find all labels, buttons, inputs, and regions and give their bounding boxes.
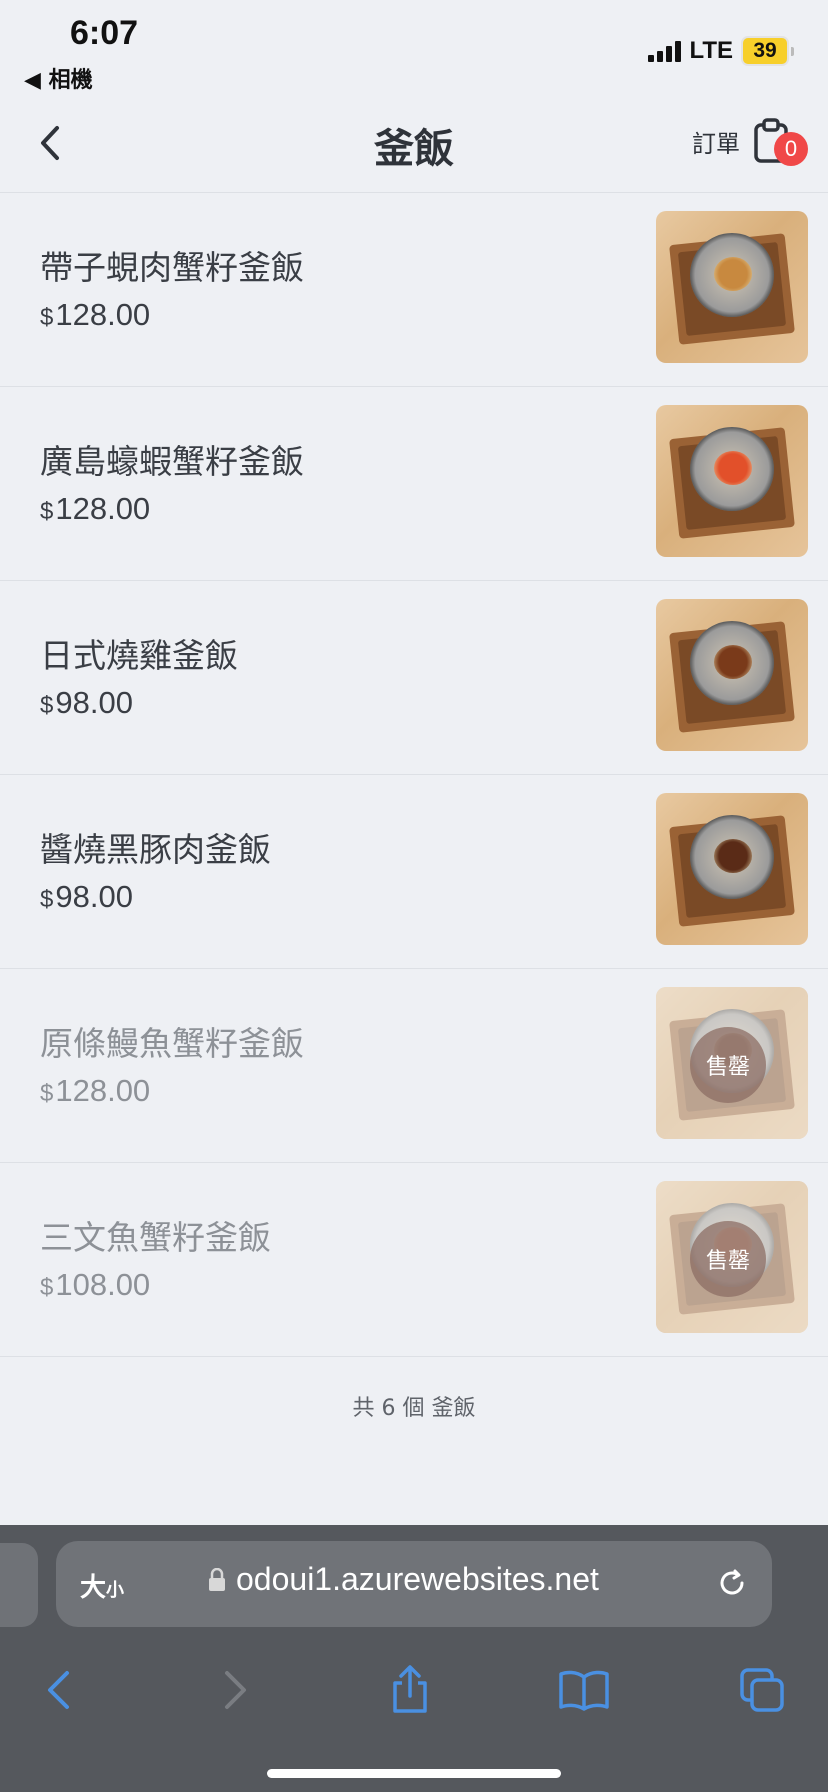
list-item[interactable]: 日式燒雞釜飯 $98.00: [0, 581, 828, 775]
item-photo: 售罄: [656, 987, 808, 1139]
page-header: 釜飯 訂單 0: [0, 96, 828, 193]
clipboard-icon: 0: [752, 118, 808, 166]
chevron-left-icon: [48, 1671, 69, 1709]
order-label: 訂單: [692, 129, 740, 158]
reload-button[interactable]: [714, 1565, 750, 1601]
sold-out-badge: 售罄: [690, 1221, 766, 1297]
status-time: 6:07: [70, 14, 139, 52]
battery-level: 39: [741, 36, 789, 66]
list-item[interactable]: 三文魚蟹籽釜飯 $108.00 售罄: [0, 1163, 828, 1357]
item-name: 三文魚蟹籽釜飯: [40, 1218, 271, 1257]
battery-icon: 39: [741, 36, 794, 66]
item-price: $98.00: [40, 685, 133, 720]
list-item[interactable]: 廣島蠔蝦蟹籽釜飯 $128.00: [0, 387, 828, 581]
item-price: $108.00: [40, 1267, 151, 1302]
home-indicator: [267, 1769, 561, 1778]
item-photo: [656, 405, 808, 557]
item-count-label: 共 6 個 釜飯: [352, 1396, 476, 1421]
list-item[interactable]: 原條鰻魚蟹籽釜飯 $128.00 售罄: [0, 969, 828, 1163]
share-icon: [393, 1665, 427, 1713]
share-button[interactable]: [382, 1662, 438, 1718]
item-price: $98.00: [40, 879, 133, 914]
item-photo: [656, 211, 808, 363]
url-text: odoui1.azurewebsites.net: [236, 1561, 599, 1597]
lock-icon: [209, 1567, 225, 1591]
menu-list: 帶子蜆肉蟹籽釜飯 $128.00 廣島蠔蝦蟹籽釜飯 $128.00 日式燒雞釜飯…: [0, 193, 828, 1357]
browser-back-button[interactable]: [30, 1662, 86, 1718]
chevron-right-icon: [225, 1671, 246, 1709]
text-size-button[interactable]: 大小: [80, 1567, 124, 1604]
item-price: $128.00: [40, 491, 151, 526]
item-name: 日式燒雞釜飯: [40, 636, 238, 675]
browser-nav-bar: [0, 1650, 828, 1730]
reload-icon: [720, 1569, 744, 1595]
item-name: 醬燒黑豚肉釜飯: [40, 830, 271, 869]
bookmarks-button[interactable]: [556, 1662, 612, 1718]
item-price: $128.00: [40, 1073, 151, 1108]
back-to-app-link[interactable]: ◀ 相機: [24, 62, 93, 94]
address-bar[interactable]: 大小 odoui1.azurewebsites.net: [56, 1541, 772, 1627]
list-item[interactable]: 帶子蜆肉蟹籽釜飯 $128.00: [0, 193, 828, 387]
browser-forward-button[interactable]: [208, 1662, 264, 1718]
signal-icon: [648, 40, 682, 62]
status-bar: 6:07 ◀ 相機 LTE 39: [0, 0, 828, 96]
item-price: $128.00: [40, 297, 151, 332]
item-name: 原條鰻魚蟹籽釜飯: [40, 1024, 304, 1063]
tabs-icon: [740, 1668, 784, 1712]
status-indicators: LTE 39: [648, 34, 794, 68]
order-button[interactable]: 訂單 0: [692, 118, 808, 166]
book-icon: [559, 1670, 609, 1711]
sold-out-badge: 售罄: [690, 1027, 766, 1103]
network-label: LTE: [689, 37, 733, 64]
list-item[interactable]: 醬燒黑豚肉釜飯 $98.00: [0, 775, 828, 969]
cart-count-badge: 0: [774, 132, 808, 166]
browser-toolbar: 大小 odoui1.azurewebsites.net: [0, 1525, 828, 1792]
item-photo: [656, 599, 808, 751]
item-name: 廣島蠔蝦蟹籽釜飯: [40, 442, 304, 481]
item-name: 帶子蜆肉蟹籽釜飯: [40, 248, 304, 287]
tabs-button[interactable]: [734, 1662, 790, 1718]
item-photo: [656, 793, 808, 945]
item-photo: 售罄: [656, 1181, 808, 1333]
previous-tab-preview[interactable]: [0, 1543, 38, 1627]
url-display[interactable]: odoui1.azurewebsites.net: [208, 1561, 599, 1598]
